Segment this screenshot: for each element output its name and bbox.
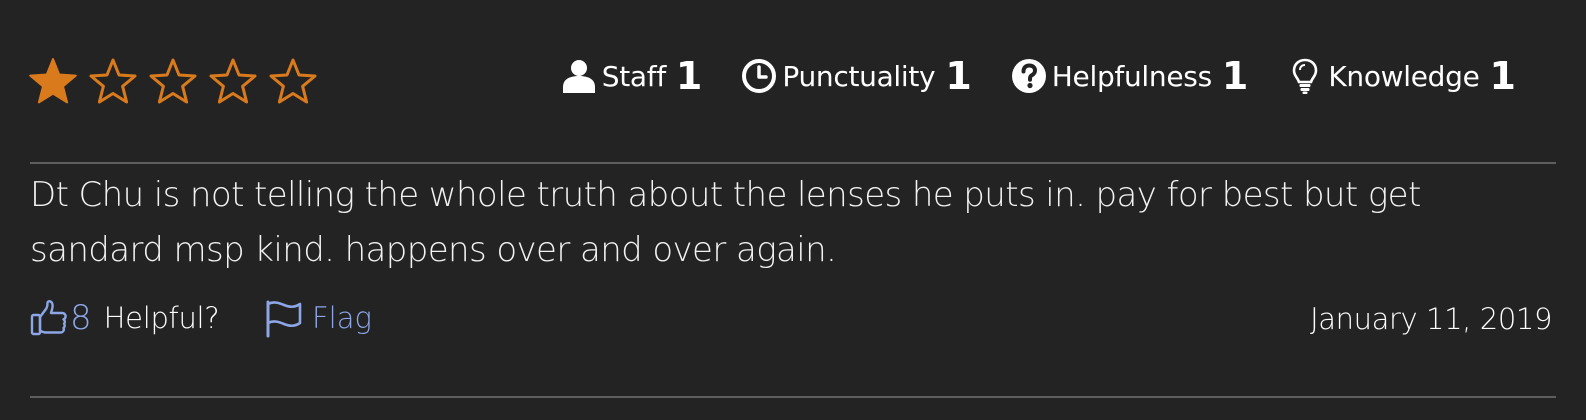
flag-icon	[266, 300, 302, 338]
review-body: Dt Chu is not telling the whole truth ab…	[30, 175, 1421, 270]
review-date: January 11, 2019	[1310, 302, 1552, 336]
clock-icon	[742, 59, 777, 93]
divider	[30, 162, 1556, 164]
star-outline-icon	[209, 58, 257, 104]
metric-value: 1	[1221, 54, 1249, 98]
lightbulb-icon	[1293, 58, 1318, 94]
review-card: Staff 1 Punctuality 1 Helpfulness 1 Know…	[0, 0, 1586, 420]
helpful-label: Helpful?	[103, 301, 220, 335]
star-outline-icon	[149, 58, 197, 104]
review-footer: 8 Helpful? Flag January 11, 2019	[30, 296, 1552, 346]
metric-label: Knowledge	[1328, 59, 1480, 93]
divider	[30, 396, 1556, 398]
metric-helpfulness: Helpfulness 1	[1010, 54, 1249, 98]
star-filled-icon	[29, 58, 77, 104]
metric-punctuality: Punctuality 1	[740, 54, 972, 98]
metric-label: Helpfulness	[1051, 59, 1212, 93]
star-outline-icon	[269, 58, 317, 104]
metric-value: 1	[1489, 54, 1516, 98]
flag-button[interactable]: Flag	[264, 298, 372, 338]
user-icon	[562, 60, 595, 93]
star-outline-icon	[89, 58, 137, 104]
flag-label: Flag	[312, 301, 372, 335]
thumbs-up-icon	[30, 300, 67, 336]
star-rating	[28, 56, 318, 106]
metric-label: Staff	[601, 59, 666, 93]
metric-knowledge: Knowledge 1	[1286, 54, 1516, 98]
metric-staff: Staff 1	[560, 54, 703, 98]
helpful-count: 8	[70, 298, 92, 338]
rating-metrics: Staff 1 Punctuality 1 Helpfulness 1 Know…	[560, 54, 1516, 98]
helpful-button[interactable]: 8 Helpful?	[30, 298, 220, 338]
metric-label: Punctuality	[782, 59, 936, 93]
metric-value: 1	[945, 54, 972, 98]
question-circle-icon	[1011, 59, 1046, 93]
metric-value: 1	[675, 54, 703, 98]
